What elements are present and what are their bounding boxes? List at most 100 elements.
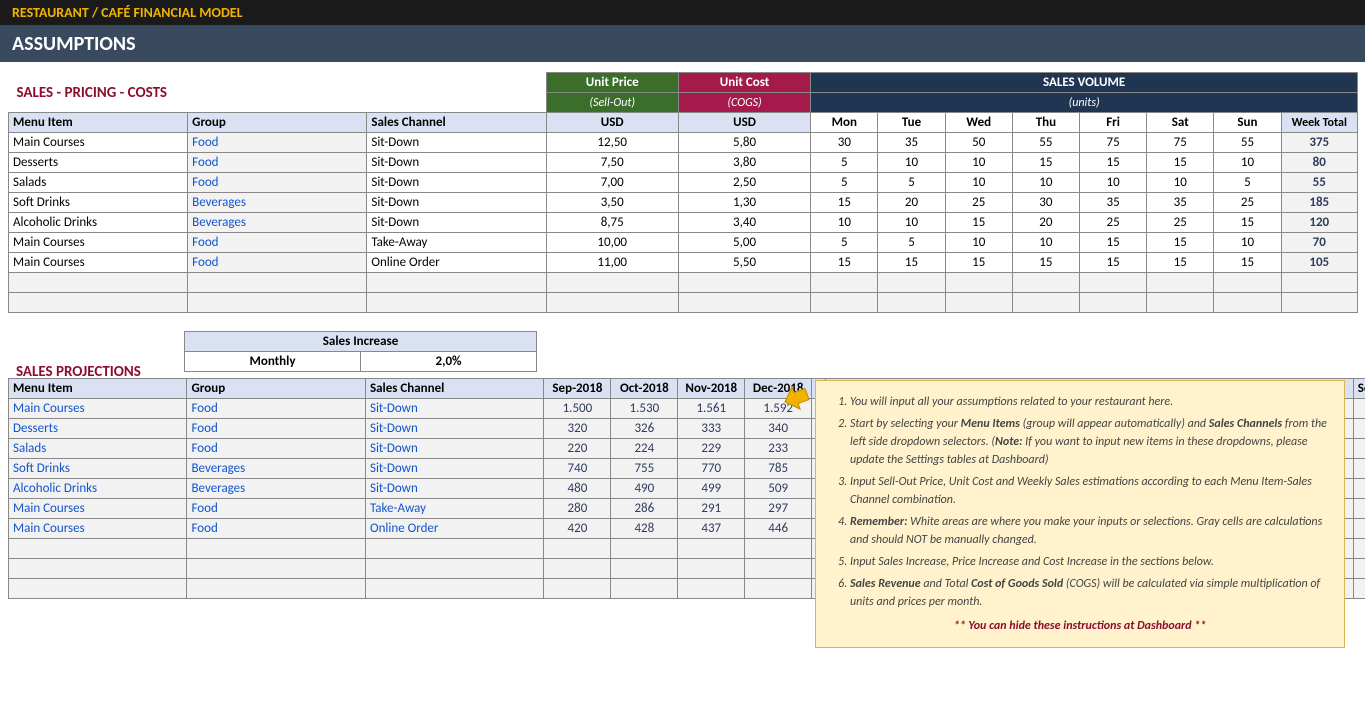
col-usd-price: USD	[546, 113, 678, 133]
cell-day[interactable]: 25	[1214, 193, 1281, 213]
cell-day[interactable]: 35	[1147, 193, 1214, 213]
cell-day[interactable]: 15	[1012, 253, 1079, 273]
cell-day[interactable]: 15	[1147, 153, 1214, 173]
cell-unit-price[interactable]: 11,00	[546, 253, 678, 273]
cell-menu[interactable]: Salads	[9, 173, 188, 193]
col-fri: Fri	[1079, 113, 1146, 133]
cell-day[interactable]: 55	[1012, 133, 1079, 153]
cell-unit-cost[interactable]: 1,30	[678, 193, 810, 213]
cell-day[interactable]: 10	[945, 233, 1012, 253]
cell-day[interactable]: 30	[811, 133, 878, 153]
cell-day[interactable]: 15	[1147, 233, 1214, 253]
cell-day[interactable]: 10	[945, 153, 1012, 173]
cell-day[interactable]: 10	[1012, 233, 1079, 253]
cell-channel[interactable]: Sit-Down	[367, 173, 546, 193]
cell-day[interactable]: 35	[1079, 193, 1146, 213]
cell-day[interactable]: 15	[1079, 233, 1146, 253]
cell-channel[interactable]: Take-Away	[367, 233, 546, 253]
cell-day[interactable]: 5	[811, 153, 878, 173]
cell-day[interactable]: 20	[878, 193, 945, 213]
cell-unit-price[interactable]: 10,00	[546, 233, 678, 253]
cell-menu[interactable]: Main Courses	[9, 133, 188, 153]
cell-unit-price[interactable]: 3,50	[546, 193, 678, 213]
cell-day[interactable]: 5	[1214, 173, 1281, 193]
cell-channel[interactable]: Sit-Down	[367, 193, 546, 213]
table-row: Main CoursesFoodSit-Down12,505,803035505…	[9, 133, 1358, 153]
cell-day[interactable]: 5	[878, 173, 945, 193]
cell-channel: Online Order	[365, 519, 543, 539]
cell-menu[interactable]: Main Courses	[9, 253, 188, 273]
cell-channel[interactable]: Sit-Down	[367, 133, 546, 153]
cell-day[interactable]: 10	[945, 173, 1012, 193]
cell-day[interactable]: 15	[811, 193, 878, 213]
cell-menu[interactable]: Main Courses	[9, 233, 188, 253]
cell-day[interactable]: 15	[811, 253, 878, 273]
cell-day[interactable]: 50	[945, 133, 1012, 153]
cell-day[interactable]: 10	[811, 213, 878, 233]
cell-day[interactable]: 10	[1214, 233, 1281, 253]
unit-cost-sub: (COGS)	[678, 93, 810, 113]
cell-day[interactable]: 15	[1012, 153, 1079, 173]
cell-menu[interactable]: Soft Drinks	[9, 193, 188, 213]
cell-day[interactable]: 15	[1079, 153, 1146, 173]
cell-day[interactable]: 15	[1079, 253, 1146, 273]
cell-proj: 420	[544, 519, 611, 539]
cell-day[interactable]: 25	[945, 193, 1012, 213]
cell-day[interactable]: 25	[1147, 213, 1214, 233]
cell-proj: 755	[611, 459, 678, 479]
cell-channel[interactable]: Online Order	[367, 253, 546, 273]
cell-group: Beverages	[188, 193, 367, 213]
cell-unit-cost[interactable]: 2,50	[678, 173, 810, 193]
cell-day[interactable]: 75	[1079, 133, 1146, 153]
cell-unit-cost[interactable]: 5,00	[678, 233, 810, 253]
cell-day[interactable]: 10	[1012, 173, 1079, 193]
cell-day[interactable]: 20	[1012, 213, 1079, 233]
sales-increase-header: Sales Increase	[185, 332, 537, 352]
cell-day[interactable]: 75	[1147, 133, 1214, 153]
sales-increase-value[interactable]: 2,0%	[361, 352, 537, 372]
cell-day[interactable]: 10	[878, 153, 945, 173]
cell-unit-price[interactable]: 8,75	[546, 213, 678, 233]
cell-group: Food	[188, 233, 367, 253]
col-group: Group	[188, 113, 367, 133]
cell-unit-price[interactable]: 7,50	[546, 153, 678, 173]
cell-channel[interactable]: Sit-Down	[367, 153, 546, 173]
cell-unit-cost[interactable]: 3,40	[678, 213, 810, 233]
cell-day[interactable]: 10	[1147, 173, 1214, 193]
cell-unit-cost[interactable]: 3,80	[678, 153, 810, 173]
cell-unit-cost[interactable]: 5,50	[678, 253, 810, 273]
cell-day[interactable]: 15	[1214, 213, 1281, 233]
cell-menu[interactable]: Alcoholic Drinks	[9, 213, 188, 233]
cell-day[interactable]: 15	[878, 253, 945, 273]
cell-day[interactable]: 25	[1079, 213, 1146, 233]
cell-day[interactable]: 30	[1012, 193, 1079, 213]
cell-day[interactable]: 10	[878, 213, 945, 233]
cell-day[interactable]: 10	[1079, 173, 1146, 193]
cell-unit-price[interactable]: 7,00	[546, 173, 678, 193]
section-sales-title: SALES - PRICING - COSTS	[13, 76, 542, 110]
cell-week-total: 185	[1281, 193, 1357, 213]
cell-day[interactable]: 55	[1214, 133, 1281, 153]
cell-day[interactable]: 5	[878, 233, 945, 253]
cell-day[interactable]: 5	[811, 233, 878, 253]
cell-day[interactable]: 5	[811, 173, 878, 193]
cell-proj: 229	[678, 439, 745, 459]
cell-group: Food	[187, 419, 365, 439]
cell-day[interactable]: 15	[945, 213, 1012, 233]
cell-menu[interactable]: Desserts	[9, 153, 188, 173]
cell-day[interactable]: 15	[1147, 253, 1214, 273]
cell-proj: 785	[745, 459, 812, 479]
cell-channel[interactable]: Sit-Down	[367, 213, 546, 233]
instructions-callout: You will input all your assumptions rela…	[815, 380, 1345, 648]
cell-day[interactable]: 35	[878, 133, 945, 153]
col-tue: Tue	[878, 113, 945, 133]
cell-proj: 224	[611, 439, 678, 459]
cell-day[interactable]: 10	[1214, 153, 1281, 173]
cell-unit-cost[interactable]: 5,80	[678, 133, 810, 153]
col-wed: Wed	[945, 113, 1012, 133]
cell-day[interactable]: 15	[1214, 253, 1281, 273]
cell-proj: 280	[544, 499, 611, 519]
sales-increase-period[interactable]: Monthly	[185, 352, 361, 372]
cell-unit-price[interactable]: 12,50	[546, 133, 678, 153]
cell-day[interactable]: 15	[945, 253, 1012, 273]
